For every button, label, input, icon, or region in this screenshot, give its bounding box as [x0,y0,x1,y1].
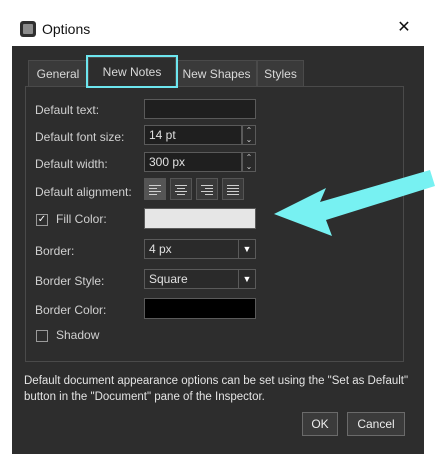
border-label: Border: [35,244,75,258]
default-alignment-label: Default alignment: [35,185,132,199]
width-stepper[interactable]: ⌃ ⌄ [242,152,256,172]
default-font-size-label: Default font size: [35,130,125,144]
border-color-label: Border Color: [35,303,107,317]
border-style-select[interactable]: Square [144,269,242,289]
stepper-down-icon[interactable]: ⌄ [243,162,255,171]
window-title: Options [42,21,91,37]
app-options-icon [20,21,36,37]
close-icon[interactable]: ✕ [394,18,414,38]
title-bar: Options ✕ [12,12,424,47]
fill-color-swatch[interactable] [144,208,256,229]
cancel-button[interactable]: Cancel [347,412,405,436]
shadow-label: Shadow [56,328,100,342]
options-window: Options ✕ General New Notes New Shapes S… [0,0,435,466]
stepper-up-icon[interactable]: ⌃ [243,126,255,135]
annotation-arrow-icon [274,170,435,236]
default-width-label: Default width: [35,157,108,171]
tab-general[interactable]: General [28,60,88,86]
align-right-icon[interactable] [196,178,218,200]
fill-color-label: Fill Color: [56,212,107,226]
default-text-input[interactable] [144,99,256,119]
tab-styles[interactable]: Styles [257,60,304,86]
tab-new-shapes[interactable]: New Shapes [176,60,257,86]
align-justify-icon[interactable] [222,178,244,200]
tab-new-notes[interactable]: New Notes [86,55,178,88]
shadow-checkbox[interactable] [36,330,48,342]
border-select[interactable]: 4 px [144,239,242,259]
chevron-down-icon[interactable]: ▼ [238,239,256,259]
info-text: Default document appearance options can … [24,375,409,403]
align-left-icon[interactable] [144,178,166,200]
stepper-up-icon[interactable]: ⌃ [243,153,255,162]
font-size-stepper[interactable]: ⌃ ⌄ [242,125,256,145]
default-text-label: Default text: [35,103,100,117]
default-font-size-input[interactable]: 14 pt [144,125,242,145]
default-width-input[interactable]: 300 px [144,152,242,172]
stepper-down-icon[interactable]: ⌄ [243,135,255,144]
border-color-swatch[interactable] [144,298,256,319]
ok-button[interactable]: OK [302,412,338,436]
border-style-label: Border Style: [35,274,105,288]
chevron-down-icon[interactable]: ▼ [238,269,256,289]
fill-color-checkbox[interactable]: ✓ [36,214,48,226]
align-center-icon[interactable] [170,178,192,200]
